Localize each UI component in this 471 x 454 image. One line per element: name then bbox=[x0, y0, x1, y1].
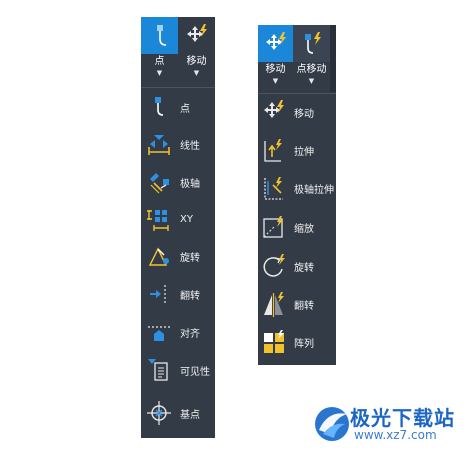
menu-item-label: 旋转 bbox=[294, 262, 314, 274]
ribbon-move-button[interactable]: 移动 ▼ bbox=[258, 25, 293, 92]
menu-item-label: 阵列 bbox=[294, 338, 314, 350]
menu-item-label: 缩放 bbox=[294, 223, 314, 235]
menu-item-visibility[interactable]: 可见性 bbox=[141, 352, 215, 388]
ribbon-move-button[interactable]: 移动 ▼ bbox=[178, 17, 215, 84]
menu-item-point[interactable]: 点 bbox=[141, 89, 215, 125]
flip-icon bbox=[145, 280, 173, 308]
xy-icon bbox=[145, 205, 173, 233]
chevron-down-icon[interactable]: ▼ bbox=[309, 77, 314, 85]
ribbon-move-label: 移动 bbox=[186, 56, 207, 67]
menu-item-xy[interactable]: XY bbox=[141, 201, 215, 237]
left-action-panel: 点 ▼ 移动 ▼ 点 线性 极轴 XY 旋转 翻转 对齐 可见性 基点 bbox=[141, 17, 215, 438]
watermark-name: 极光下载站 bbox=[350, 406, 455, 430]
point-move-icon bbox=[141, 17, 178, 54]
ribbon-overflow-edge bbox=[330, 25, 336, 92]
rotate-icon bbox=[260, 252, 288, 280]
menu-item-label: 翻转 bbox=[294, 300, 314, 312]
menu-item-array[interactable]: 阵列 bbox=[258, 324, 336, 360]
ribbon-point-label: 点 bbox=[154, 56, 165, 67]
ribbon-point-button[interactable]: 点 ▼ bbox=[141, 17, 178, 84]
menu-item-scale[interactable]: 缩放 bbox=[258, 209, 336, 245]
chevron-down-icon[interactable]: ▼ bbox=[157, 69, 162, 77]
aurora-logo-icon bbox=[315, 407, 349, 441]
menu-item-label: 极轴 bbox=[180, 178, 200, 190]
polar-icon bbox=[145, 168, 173, 196]
visibility-icon bbox=[145, 356, 173, 384]
right-ribbon: 移动 ▼ 点移动 ▼ bbox=[258, 25, 336, 92]
point-icon bbox=[145, 93, 173, 121]
align-icon bbox=[145, 318, 173, 346]
menu-item-label: 旋转 bbox=[180, 252, 200, 264]
left-ribbon: 点 ▼ 移动 ▼ bbox=[141, 17, 215, 84]
ribbon-move-label: 移动 bbox=[265, 64, 286, 75]
ribbon-point-move-label: 点移动 bbox=[296, 64, 327, 75]
menu-item-align[interactable]: 对齐 bbox=[141, 314, 215, 350]
menu-item-linear[interactable]: 线性 bbox=[141, 126, 215, 162]
menu-item-label: 翻转 bbox=[180, 290, 200, 302]
watermark-url: www.xz7.com bbox=[354, 428, 437, 442]
ribbon-point-move-button[interactable]: 点移动 ▼ bbox=[293, 25, 330, 92]
menu-item-label: 对齐 bbox=[180, 328, 200, 340]
menu-item-label: 基点 bbox=[180, 409, 200, 421]
menu-item-label: 移动 bbox=[294, 108, 314, 120]
menu-item-label: 拉伸 bbox=[294, 146, 314, 158]
move-icon bbox=[178, 17, 215, 54]
chevron-down-icon[interactable]: ▼ bbox=[273, 77, 278, 85]
move-icon bbox=[260, 98, 288, 126]
divider bbox=[141, 87, 215, 88]
menu-item-rotate[interactable]: 旋转 bbox=[258, 248, 336, 284]
base-point-icon bbox=[145, 399, 173, 427]
menu-item-move[interactable]: 移动 bbox=[258, 94, 336, 130]
array-icon bbox=[260, 328, 288, 356]
scale-icon bbox=[260, 213, 288, 241]
menu-item-rotate[interactable]: 旋转 bbox=[141, 238, 215, 274]
linear-icon bbox=[145, 130, 173, 158]
flip-icon bbox=[260, 290, 288, 318]
move-icon bbox=[258, 25, 293, 62]
stretch-icon bbox=[260, 136, 288, 164]
menu-item-base-point[interactable]: 基点 bbox=[141, 395, 215, 431]
menu-item-label: 极轴拉伸 bbox=[294, 184, 334, 196]
chevron-down-icon[interactable]: ▼ bbox=[194, 69, 199, 77]
menu-item-label: 点 bbox=[180, 103, 190, 115]
menu-item-label: XY bbox=[180, 213, 193, 225]
menu-item-flip[interactable]: 翻转 bbox=[141, 276, 215, 312]
rotate-icon bbox=[145, 242, 173, 270]
menu-item-stretch[interactable]: 拉伸 bbox=[258, 132, 336, 168]
menu-item-label: 线性 bbox=[180, 140, 200, 152]
menu-item-polar[interactable]: 极轴 bbox=[141, 164, 215, 200]
point-move-icon bbox=[293, 25, 330, 62]
menu-item-flip[interactable]: 翻转 bbox=[258, 286, 336, 322]
polar-stretch-icon bbox=[260, 174, 288, 202]
watermark: 极光下载站 www.xz7.com bbox=[310, 398, 470, 450]
right-action-panel: 移动 ▼ 点移动 ▼ 移动 拉伸 极轴拉伸 缩放 旋转 翻转 阵列 bbox=[258, 25, 336, 365]
menu-item-label: 可见性 bbox=[180, 366, 210, 378]
menu-item-polar-stretch[interactable]: 极轴拉伸 bbox=[258, 170, 336, 206]
